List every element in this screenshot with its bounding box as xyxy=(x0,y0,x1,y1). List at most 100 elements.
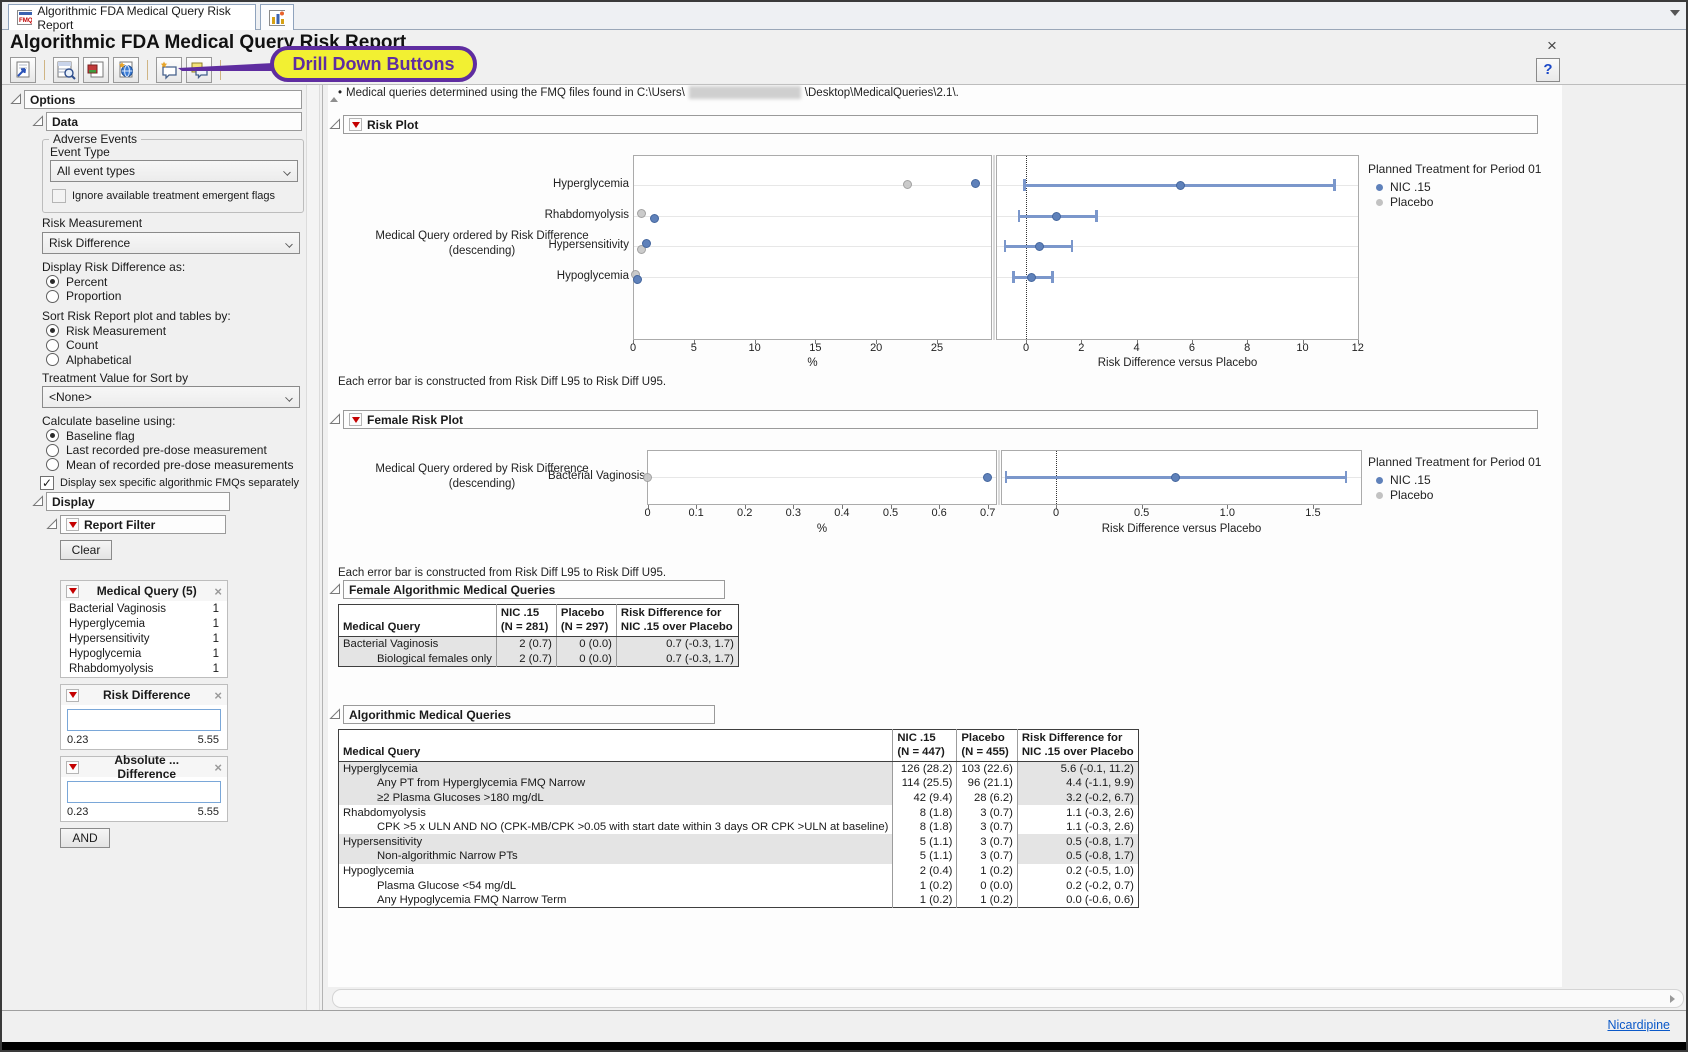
scroll-right-icon[interactable] xyxy=(1670,995,1675,1003)
make-report-button[interactable] xyxy=(53,57,79,83)
y-axis-label2: (descending) xyxy=(332,245,632,257)
legend-item-placebo[interactable]: Placebo xyxy=(1376,488,1433,502)
radio-alphabetical[interactable]: Alphabetical xyxy=(46,353,166,367)
data-point-nic-15[interactable] xyxy=(642,239,651,248)
filter-close-icon[interactable]: × xyxy=(214,688,222,703)
radio-dot[interactable] xyxy=(46,324,59,337)
risk-difference-range-input[interactable] xyxy=(67,709,221,731)
collapse-icon[interactable] xyxy=(329,708,341,720)
close-icon[interactable]: × xyxy=(1542,36,1562,56)
radio-baseline-flag[interactable]: Baseline flag xyxy=(46,429,293,443)
radio-dot[interactable] xyxy=(46,275,59,288)
table-row[interactable]: Plasma Glucose <54 mg/dL1 (0.2)0 (0.0)0.… xyxy=(339,878,1139,893)
table-row[interactable]: Rhabdomyolysis8 (1.8)3 (0.7)1.1 (-0.3, 2… xyxy=(339,805,1139,820)
nicardipine-link[interactable]: Nicardipine xyxy=(1607,1018,1670,1032)
filter-item[interactable]: Bacterial Vaginosis1 xyxy=(61,601,227,616)
table-row[interactable]: Bacterial Vaginosis2 (0.7)0 (0.0)0.7 (-0… xyxy=(339,637,739,652)
collapse-icon[interactable] xyxy=(10,93,22,105)
radio-risk-measurement[interactable]: Risk Measurement xyxy=(46,324,166,338)
make-web-report-button[interactable] xyxy=(113,57,139,83)
scroll-up-icon[interactable] xyxy=(330,97,338,102)
data-point-nic-15[interactable] xyxy=(983,473,992,482)
risk-difference-point[interactable] xyxy=(1171,473,1180,482)
launch-data-table-button[interactable] xyxy=(10,57,36,83)
filter-item[interactable]: Rhabdomyolysis1 xyxy=(61,661,227,676)
radio-mean-of-recorded-pre-dose-measurements[interactable]: Mean of recorded pre-dose measurements xyxy=(46,458,293,472)
treatment-value-select[interactable]: <None> xyxy=(42,386,300,408)
legend-item-label: NIC .15 xyxy=(1390,180,1431,194)
left-pane-scrollbar[interactable] xyxy=(306,85,320,1010)
and-button[interactable]: AND xyxy=(60,828,110,848)
radio-count[interactable]: Count xyxy=(46,339,166,353)
table-row[interactable]: Any Hypoglycemia FMQ Narrow Term1 (0.2)1… xyxy=(339,893,1139,908)
radio-dot[interactable] xyxy=(46,339,59,352)
filter-item[interactable]: Hyperglycemia1 xyxy=(61,616,227,631)
table-row[interactable]: Any PT from Hyperglycemia FMQ Narrow114 … xyxy=(339,776,1139,791)
value-cell: 0.2 (-0.2, 0.7) xyxy=(1017,878,1138,893)
data-point-placebo[interactable] xyxy=(643,473,652,482)
table-row[interactable]: Biological females only2 (0.7)0 (0.0)0.7… xyxy=(339,652,739,667)
clear-button[interactable]: Clear xyxy=(60,540,112,560)
absolute-difference-range-input[interactable] xyxy=(67,781,221,803)
risk-difference-point[interactable] xyxy=(1052,212,1061,221)
pane-splitter[interactable] xyxy=(322,85,323,1010)
tab-report[interactable]: FMQ Algorithmic FDA Medical Query Risk R… xyxy=(8,4,256,30)
red-triangle-menu-icon[interactable] xyxy=(349,413,362,426)
filter-item[interactable]: Hypoglycemia1 xyxy=(61,646,227,661)
red-triangle-menu-icon[interactable] xyxy=(66,518,79,531)
radio-last-recorded-pre-dose-measurement[interactable]: Last recorded pre-dose measurement xyxy=(46,444,293,458)
radio-dot[interactable] xyxy=(46,290,59,303)
help-button[interactable]: ? xyxy=(1536,58,1560,82)
table-row[interactable]: ≥2 Plasma Glucoses >180 mg/dL42 (9.4)28 … xyxy=(339,791,1139,806)
data-point-nic-15[interactable] xyxy=(650,214,659,223)
filter-item[interactable]: Hypersensitivity1 xyxy=(61,631,227,646)
red-triangle-menu-icon[interactable] xyxy=(66,689,79,702)
filter-close-icon[interactable]: × xyxy=(214,760,222,775)
red-triangle-menu-icon[interactable] xyxy=(66,585,79,598)
data-point-nic-15[interactable] xyxy=(971,179,980,188)
scroll-down-icon[interactable] xyxy=(1670,10,1680,16)
horizontal-scrollbar[interactable] xyxy=(332,989,1684,1008)
data-point-nic-15[interactable] xyxy=(633,275,642,284)
radio-dot[interactable] xyxy=(46,458,59,471)
filter-close-icon[interactable]: × xyxy=(214,584,222,599)
collapse-icon[interactable] xyxy=(46,518,58,530)
risk-difference-point[interactable] xyxy=(1035,242,1044,251)
tick-label: 15 xyxy=(798,342,832,354)
tab-graph[interactable] xyxy=(260,4,294,30)
data-point-placebo[interactable] xyxy=(637,209,646,218)
radio-proportion[interactable]: Proportion xyxy=(46,290,121,304)
collapse-icon[interactable] xyxy=(329,118,341,130)
table-row[interactable]: Hypoglycemia2 (0.4)1 (0.2)0.2 (-0.5, 1.0… xyxy=(339,864,1139,879)
table-row[interactable]: Hyperglycemia126 (28.2)103 (22.6)5.6 (-0… xyxy=(339,762,1139,777)
tick-label: 0.2 xyxy=(728,507,762,519)
legend-item-placebo[interactable]: Placebo xyxy=(1376,195,1433,209)
risk-difference-point[interactable] xyxy=(1027,273,1036,282)
table-row[interactable]: Hypersensitivity5 (1.1)3 (0.7)0.5 (-0.8,… xyxy=(339,834,1139,849)
collapse-icon[interactable] xyxy=(32,115,44,127)
radio-dot[interactable] xyxy=(46,429,59,442)
make-journal-button[interactable] xyxy=(83,57,109,83)
event-type-select[interactable]: All event types xyxy=(50,160,298,182)
table-row[interactable]: Non-algorithmic Narrow PTs5 (1.1)3 (0.7)… xyxy=(339,849,1139,864)
legend-dot-icon xyxy=(1376,184,1383,191)
legend-item-nic-15[interactable]: NIC .15 xyxy=(1376,180,1431,194)
data-point-placebo[interactable] xyxy=(903,180,912,189)
gridline xyxy=(634,277,991,278)
tick-label: 0.5 xyxy=(1125,507,1159,519)
table-row[interactable]: CPK >5 x ULN AND NO (CPK-MB/CPK >0.05 wi… xyxy=(339,820,1139,835)
collapse-icon[interactable] xyxy=(329,583,341,595)
radio-dot[interactable] xyxy=(46,444,59,457)
risk-measurement-select[interactable]: Risk Difference xyxy=(42,232,300,254)
red-triangle-menu-icon[interactable] xyxy=(66,761,79,774)
collapse-icon[interactable] xyxy=(32,495,44,507)
risk-difference-point[interactable] xyxy=(1176,181,1185,190)
ignore-flags-checkbox[interactable] xyxy=(52,189,66,203)
sex-specific-checkbox[interactable]: ✓ xyxy=(40,476,54,490)
legend-item-nic-15[interactable]: NIC .15 xyxy=(1376,473,1431,487)
radio-dot[interactable] xyxy=(46,353,59,366)
error-bar-cap xyxy=(1333,179,1336,191)
red-triangle-menu-icon[interactable] xyxy=(349,118,362,131)
collapse-icon[interactable] xyxy=(329,413,341,425)
radio-percent[interactable]: Percent xyxy=(46,275,121,289)
